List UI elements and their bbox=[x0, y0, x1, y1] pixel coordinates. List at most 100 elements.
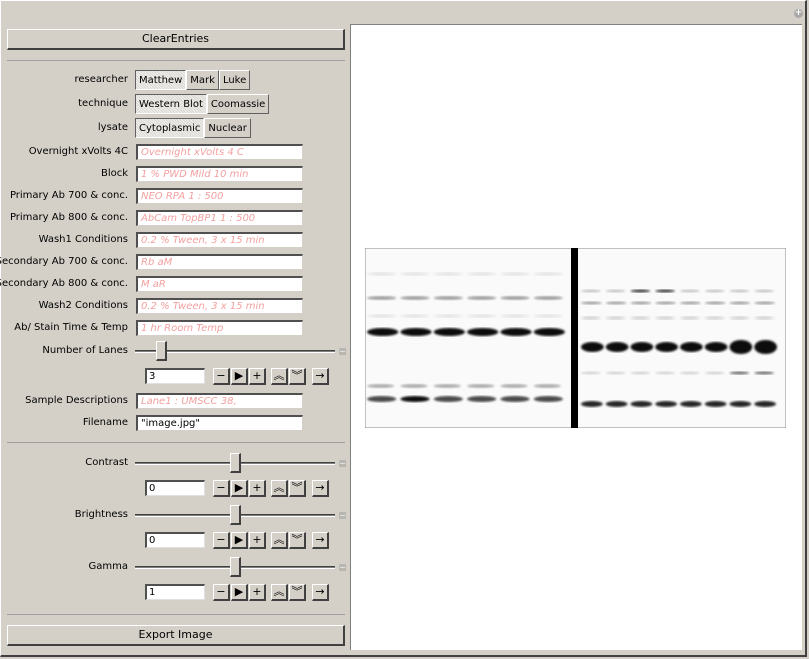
decrement-icon: − bbox=[216, 481, 226, 494]
blot-band bbox=[680, 301, 701, 305]
blot-band bbox=[433, 328, 465, 336]
technique-toggle-row: technique Western Blot Coomassie bbox=[0, 94, 350, 114]
direction-button[interactable]: → bbox=[312, 532, 329, 549]
field-row: Primary Ab 800 & conc. AbCam TopBP1 1 : 5… bbox=[0, 208, 350, 228]
blot-band bbox=[729, 401, 752, 407]
slower-button[interactable]: ︾ bbox=[289, 368, 306, 385]
blot-band bbox=[533, 384, 561, 388]
blot-band bbox=[433, 314, 463, 318]
increment-icon: + bbox=[252, 585, 262, 598]
direction-button[interactable]: → bbox=[312, 480, 329, 497]
separator bbox=[7, 614, 345, 615]
filename-label: Filename bbox=[82, 417, 128, 428]
text-input[interactable]: 1 hr Room Temp bbox=[136, 320, 303, 336]
slower-button[interactable]: ︾ bbox=[289, 532, 306, 549]
filename-input[interactable]: "image.jpg" bbox=[136, 415, 303, 431]
slower-icon: ︾ bbox=[291, 585, 303, 598]
play-button[interactable]: ▶ bbox=[231, 368, 248, 385]
expand-plus-icon[interactable]: + bbox=[794, 9, 803, 18]
blot-band bbox=[704, 371, 725, 375]
option-cytoplasmic[interactable]: Cytoplasmic bbox=[135, 118, 205, 138]
direction-icon: → bbox=[315, 585, 325, 598]
lanes-slider-thumb[interactable] bbox=[155, 341, 167, 361]
field-row: Secondary Ab 700 & conc. Rb aM bbox=[0, 252, 350, 272]
direction-button[interactable]: → bbox=[312, 368, 329, 385]
export-image-button[interactable]: Export Image bbox=[7, 625, 345, 646]
blot-band bbox=[704, 289, 725, 293]
blot-band bbox=[581, 301, 602, 305]
blot-band bbox=[754, 316, 774, 320]
faster-button[interactable]: ︽ bbox=[271, 532, 288, 549]
blot-band bbox=[467, 296, 497, 300]
option-western-blot[interactable]: Western Blot bbox=[135, 94, 207, 114]
play-button[interactable]: ▶ bbox=[231, 480, 248, 497]
blot-band bbox=[630, 289, 651, 293]
option-mark[interactable]: Mark bbox=[186, 70, 219, 90]
faster-button[interactable]: ︽ bbox=[271, 584, 288, 601]
blot-band bbox=[400, 296, 430, 300]
blot-band bbox=[655, 316, 675, 320]
value-input[interactable]: 3 bbox=[145, 368, 205, 384]
field-label: Wash1 Conditions bbox=[38, 234, 128, 245]
text-input[interactable]: NEO RPA 1 : 500 bbox=[136, 188, 303, 204]
play-button[interactable]: ▶ bbox=[231, 532, 248, 549]
blot-band bbox=[433, 296, 463, 300]
play-icon: ▶ bbox=[234, 585, 244, 598]
blot-band bbox=[400, 328, 432, 336]
decrement-button[interactable]: − bbox=[213, 532, 230, 549]
blot-band bbox=[655, 342, 678, 352]
faster-button[interactable]: ︽ bbox=[271, 480, 288, 497]
option-coomassie[interactable]: Coomassie bbox=[206, 94, 270, 114]
blot-band bbox=[581, 401, 603, 407]
brightness-label: Brightness bbox=[74, 509, 128, 520]
slider-collapse-icon[interactable] bbox=[339, 512, 346, 519]
text-input[interactable]: 0.2 % Tween, 3 x 15 min bbox=[136, 298, 303, 314]
slower-button[interactable]: ︾ bbox=[289, 584, 306, 601]
lysate-segmented-control: Cytoplasmic Nuclear bbox=[135, 118, 251, 138]
text-input[interactable]: 1 % PWD Mild 10 min bbox=[136, 166, 303, 182]
value-input[interactable]: 0 bbox=[145, 532, 205, 548]
value-input[interactable]: 1 bbox=[145, 584, 205, 600]
filename-row: Filename "image.jpg" bbox=[0, 413, 350, 433]
contrast-slider-thumb[interactable] bbox=[229, 453, 241, 473]
blot-band bbox=[704, 301, 726, 305]
slider-collapse-icon[interactable] bbox=[339, 564, 346, 571]
field-row: Block 1 % PWD Mild 10 min bbox=[0, 164, 350, 184]
blot-band bbox=[704, 316, 725, 320]
blot-band bbox=[500, 328, 532, 336]
option-luke[interactable]: Luke bbox=[218, 70, 251, 90]
blot-band bbox=[467, 328, 499, 336]
blot-band bbox=[630, 401, 653, 407]
text-input[interactable]: M aR bbox=[136, 276, 303, 292]
control-panel: ClearEntries researcher Matthew Mark Luke te… bbox=[0, 0, 350, 659]
brightness-slider-thumb[interactable] bbox=[229, 505, 241, 525]
sample-descriptions-input[interactable]: Lane1 : UMSCC 38, bbox=[136, 393, 303, 409]
clear-entries-button[interactable]: ClearEntries bbox=[7, 29, 345, 50]
text-input[interactable]: 0.2 % Tween, 3 x 15 min bbox=[136, 232, 303, 248]
brightness-stepper-row: 0− ▶ + ︽ ︾ → bbox=[0, 531, 350, 551]
increment-button[interactable]: + bbox=[249, 584, 266, 601]
increment-button[interactable]: + bbox=[249, 480, 266, 497]
option-nuclear[interactable]: Nuclear bbox=[204, 118, 251, 138]
increment-button[interactable]: + bbox=[249, 368, 266, 385]
blot-band bbox=[433, 272, 463, 276]
decrement-button[interactable]: − bbox=[213, 584, 230, 601]
value-input[interactable]: 0 bbox=[145, 480, 205, 496]
faster-button[interactable]: ︽ bbox=[271, 368, 288, 385]
decrement-button[interactable]: − bbox=[213, 368, 230, 385]
direction-button[interactable]: → bbox=[312, 584, 329, 601]
blot-band bbox=[367, 272, 397, 276]
slider-collapse-icon[interactable] bbox=[339, 348, 346, 355]
slower-button[interactable]: ︾ bbox=[289, 480, 306, 497]
option-matthew[interactable]: Matthew bbox=[135, 70, 187, 90]
increment-button[interactable]: + bbox=[249, 532, 266, 549]
blot-band bbox=[367, 396, 397, 402]
text-input[interactable]: Rb aM bbox=[136, 254, 303, 270]
gamma-slider-thumb[interactable] bbox=[229, 557, 241, 577]
play-button[interactable]: ▶ bbox=[231, 584, 248, 601]
decrement-button[interactable]: − bbox=[213, 480, 230, 497]
field-label: Primary Ab 700 & conc. bbox=[9, 190, 128, 201]
text-input[interactable]: AbCam TopBP1 1 : 500 bbox=[136, 210, 303, 226]
slider-collapse-icon[interactable] bbox=[339, 460, 346, 467]
text-input[interactable]: Overnight xVolts 4 C bbox=[136, 144, 303, 160]
